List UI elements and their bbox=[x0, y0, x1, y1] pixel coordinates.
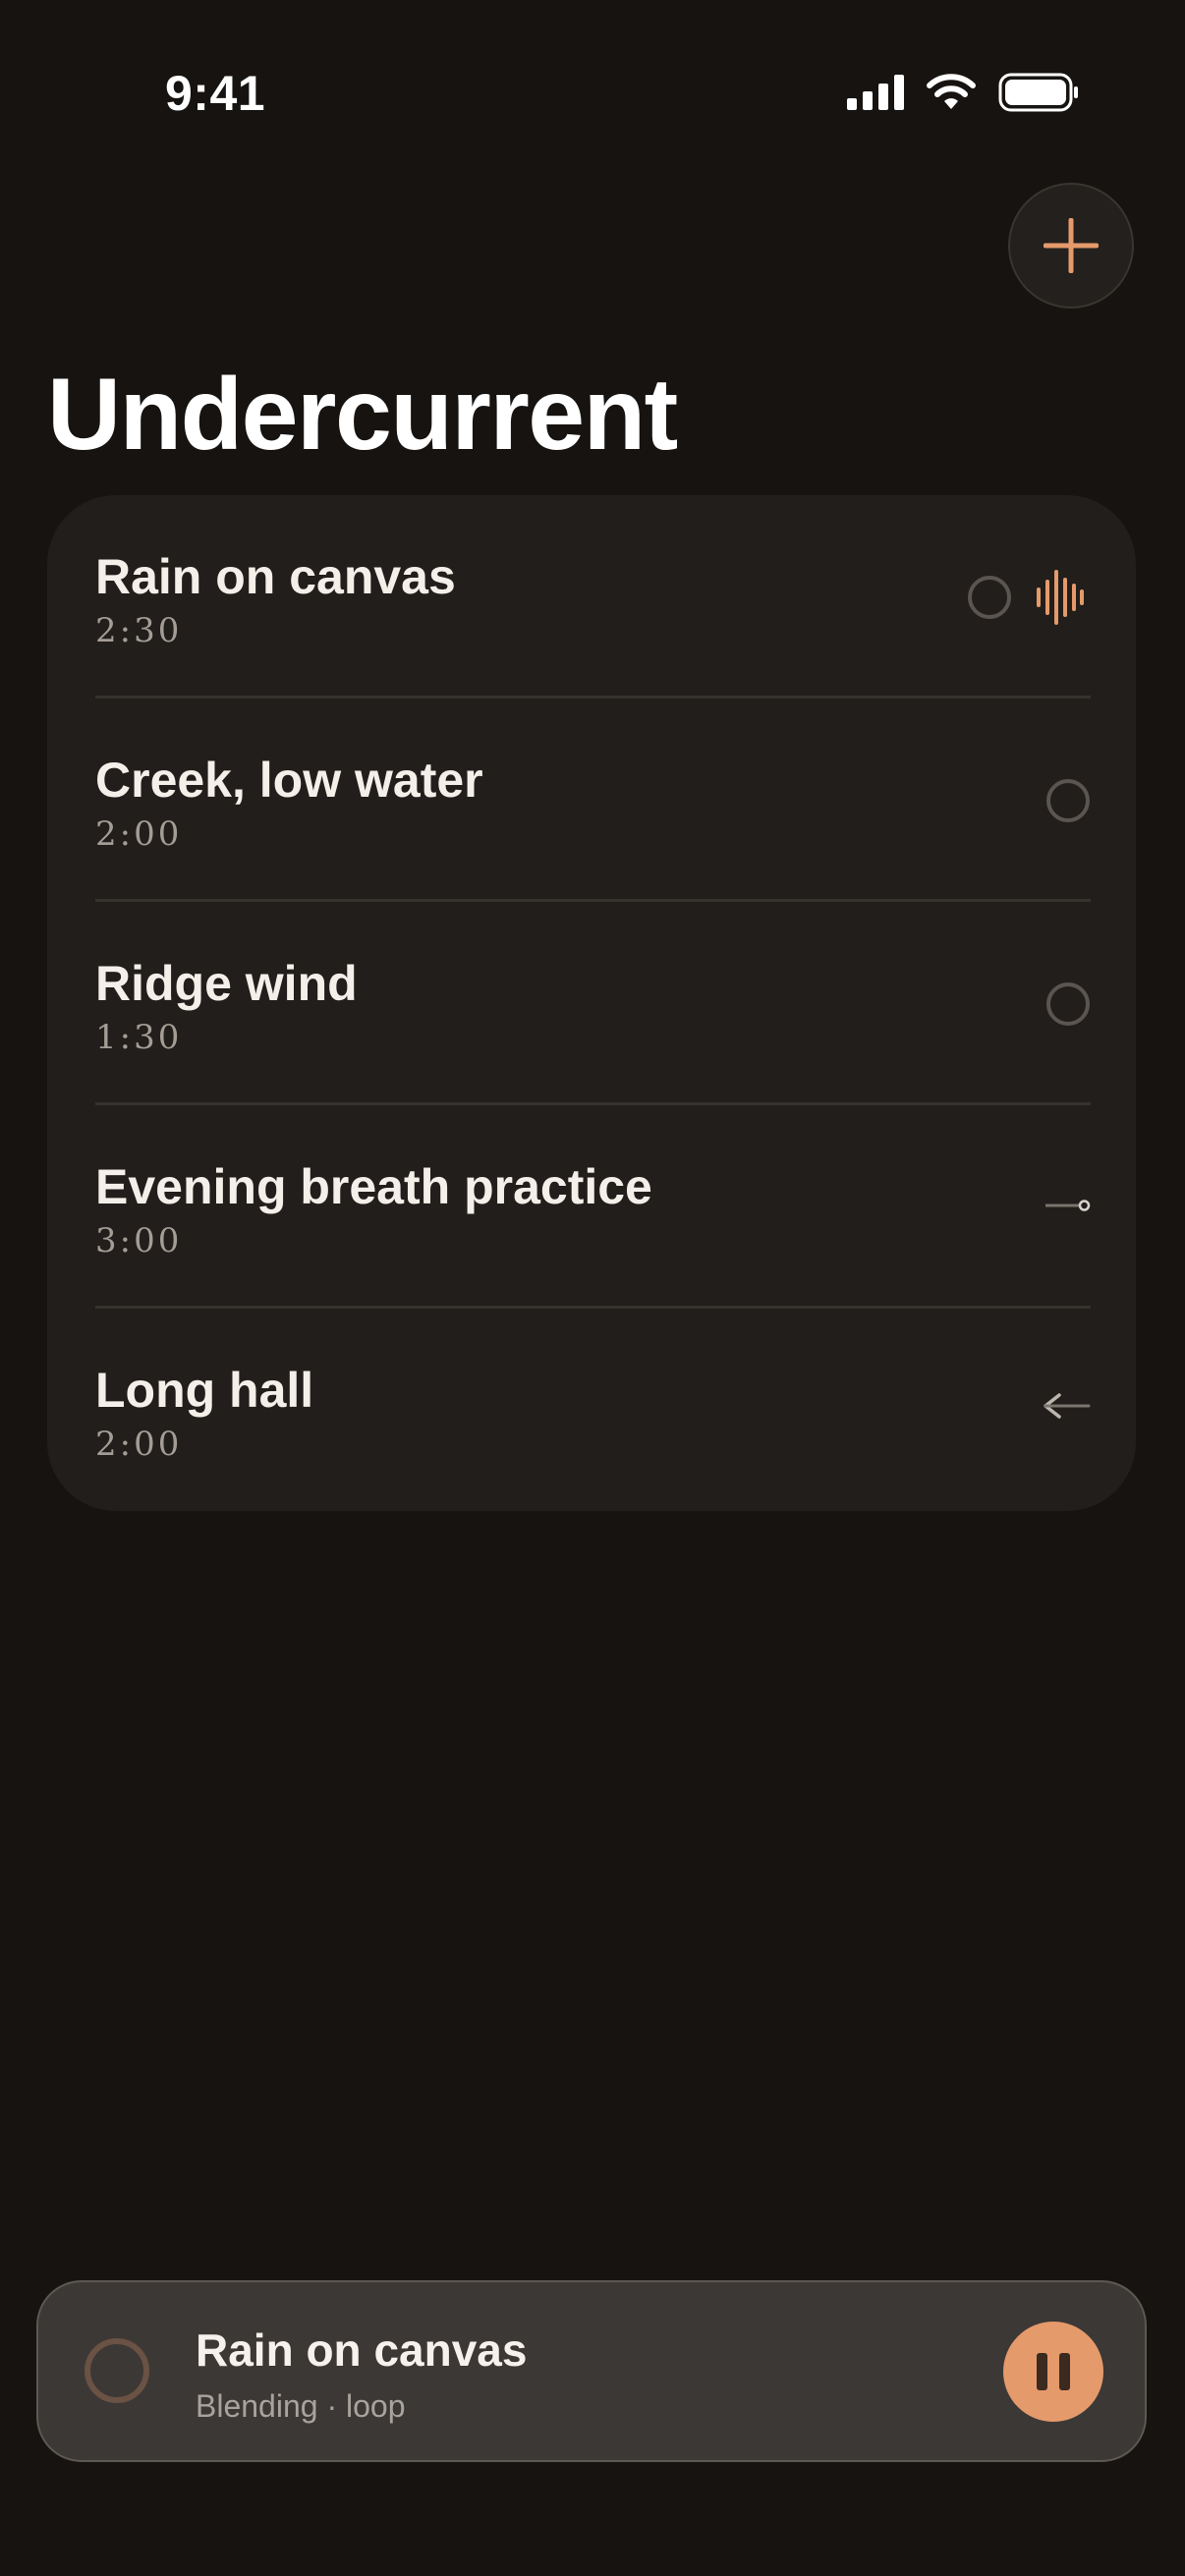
status-ring-icon bbox=[1046, 779, 1090, 822]
now-playing-bar[interactable]: Rain on canvas Blending · loop bbox=[36, 2280, 1147, 2462]
progress-ring-icon bbox=[85, 2338, 149, 2403]
sound-duration: 2:00 bbox=[95, 814, 183, 854]
pause-icon bbox=[1059, 2353, 1070, 2390]
pause-icon bbox=[1037, 2353, 1047, 2390]
plus-icon bbox=[1044, 218, 1099, 273]
page-title: Undercurrent bbox=[47, 358, 678, 472]
sound-title: Evening breath practice bbox=[95, 1159, 652, 1214]
wifi-icon bbox=[927, 74, 976, 109]
sound-item-rain-on-canvas[interactable]: Rain on canvas 2:30 bbox=[47, 495, 1136, 699]
sound-title: Creek, low water bbox=[95, 753, 483, 808]
sound-title: Rain on canvas bbox=[95, 549, 456, 604]
battery-icon bbox=[998, 73, 1078, 112]
cellular-signal-icon bbox=[847, 75, 904, 110]
add-sound-button[interactable] bbox=[1008, 183, 1134, 308]
sound-item-ridge-wind[interactable]: Ridge wind 1:30 bbox=[47, 902, 1136, 1105]
sound-item-long-hall[interactable]: Long hall 2:00 bbox=[47, 1309, 1136, 1511]
line-dot-icon bbox=[1045, 1200, 1091, 1211]
sound-title: Long hall bbox=[95, 1363, 314, 1418]
sound-duration: 2:30 bbox=[95, 611, 183, 650]
status-ring-icon bbox=[968, 576, 1011, 619]
waveform-icon bbox=[1037, 570, 1084, 625]
sound-duration: 1:30 bbox=[95, 1018, 183, 1057]
sound-duration: 2:00 bbox=[95, 1425, 183, 1464]
arrow-left-icon bbox=[1044, 1393, 1091, 1419]
sound-item-evening-breath-practice[interactable]: Evening breath practice 3:00 bbox=[47, 1105, 1136, 1309]
sound-duration: 3:00 bbox=[95, 1221, 183, 1260]
now-playing-subtitle: Blending · loop bbox=[196, 2388, 406, 2424]
status-ring-icon bbox=[1046, 982, 1090, 1026]
pause-button[interactable] bbox=[1003, 2322, 1103, 2422]
sound-list: Rain on canvas 2:30 Creek, low water 2:0… bbox=[47, 495, 1136, 1511]
now-playing-title: Rain on canvas bbox=[196, 2324, 528, 2376]
status-time: 9:41 bbox=[165, 66, 266, 121]
sound-item-creek-low-water[interactable]: Creek, low water 2:00 bbox=[47, 699, 1136, 902]
sound-title: Ridge wind bbox=[95, 956, 358, 1011]
status-icons bbox=[847, 73, 1079, 112]
